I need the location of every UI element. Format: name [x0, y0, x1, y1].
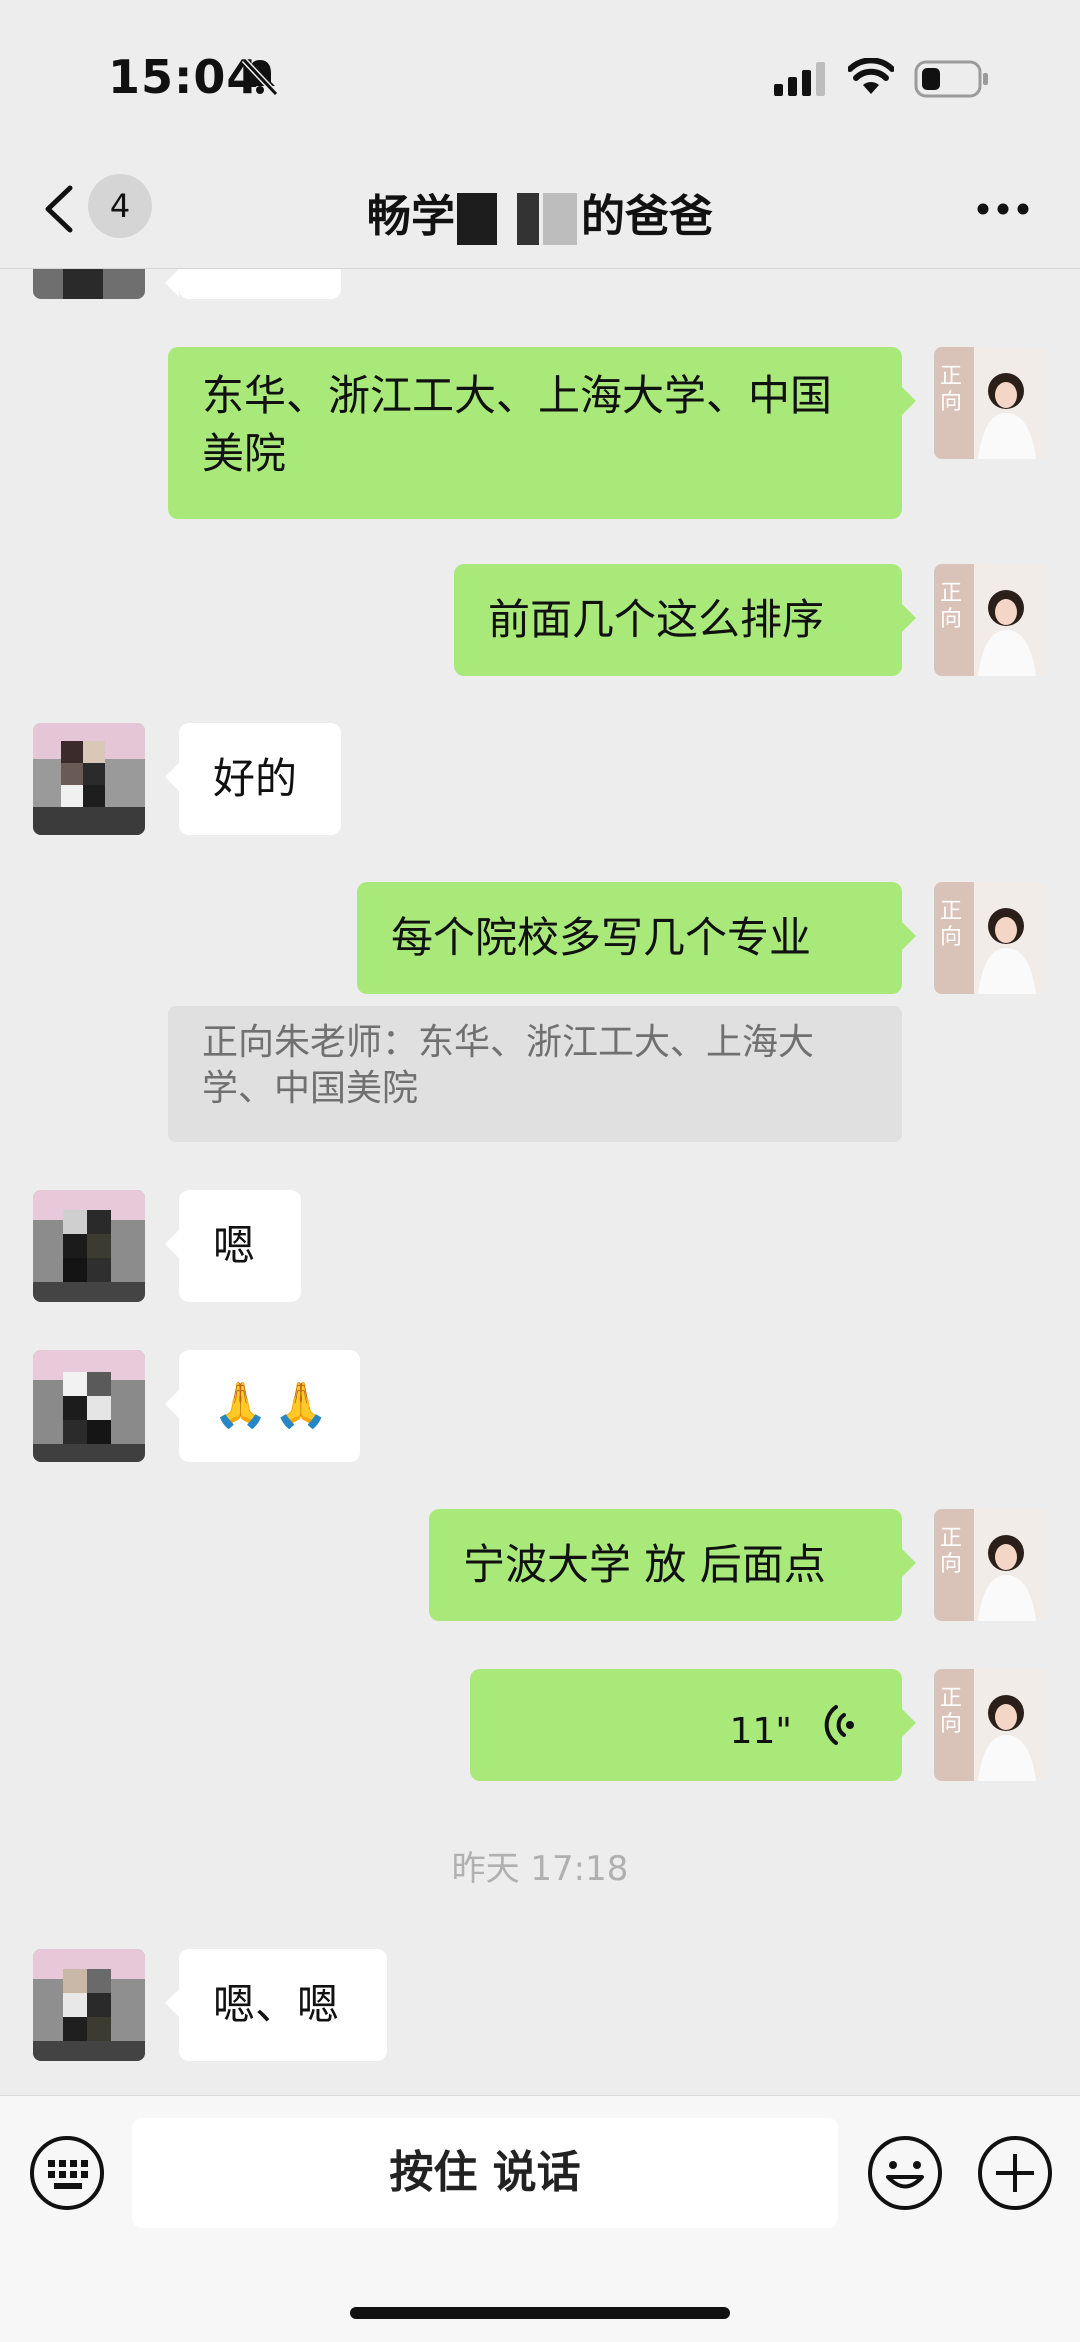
- svg-text:向: 向: [940, 1712, 962, 1737]
- chat-title: 畅学 的爸爸: [0, 180, 1080, 245]
- message-bubble[interactable]: 每个院校多写几个专业: [357, 882, 916, 994]
- message-bubble[interactable]: 东华、浙江工大、上海大学、中国美院: [168, 347, 916, 519]
- bell-muted-icon: [241, 57, 279, 96]
- chat-title-part: 畅: [367, 191, 411, 242]
- voice-duration: 11": [729, 1711, 792, 1752]
- chat-header: 4 畅学 的爸爸: [0, 150, 1080, 269]
- chat-title-part: 学: [411, 191, 455, 242]
- svg-text:正: 正: [940, 364, 962, 389]
- censored-block: [457, 193, 497, 245]
- svg-text:正: 正: [940, 899, 962, 924]
- my-avatar[interactable]: 正 向: [934, 564, 1046, 676]
- plus-icon[interactable]: [976, 2134, 1054, 2212]
- my-avatar[interactable]: 正 向: [934, 347, 1046, 459]
- emoji-icon[interactable]: [866, 2134, 944, 2212]
- contact-avatar[interactable]: [33, 723, 145, 835]
- message-timestamp: 昨天 17:18: [451, 1849, 629, 1889]
- message-emoji: 🙏🙏: [213, 1380, 335, 1431]
- message-bubble[interactable]: 宁波大学 放 后面点: [429, 1509, 916, 1621]
- svg-text:正: 正: [940, 581, 962, 606]
- message-text: 好的: [213, 754, 298, 803]
- message-list[interactable]: 东华、浙江工大、上海大学、中国美院 正 向 前面几个这么排序 正 向 好的 每个…: [0, 269, 1080, 2095]
- message-bubble[interactable]: 好的: [165, 723, 341, 835]
- hold-to-talk-button[interactable]: 按住 说话: [132, 2118, 838, 2228]
- message-bubble[interactable]: 前面几个这么排序: [454, 564, 916, 676]
- voice-wave-icon: [824, 1705, 854, 1745]
- contact-avatar[interactable]: [33, 269, 145, 299]
- cellular-signal-icon: [774, 62, 825, 96]
- message-text: 每个院校多写几个专业: [391, 913, 812, 962]
- battery-icon: [914, 60, 988, 98]
- voice-message-bubble[interactable]: 11": [470, 1669, 916, 1781]
- keyboard-icon[interactable]: [28, 2134, 106, 2212]
- quoted-message[interactable]: 正向朱老师：东华、浙江工大、上海大学、中国美院: [168, 1006, 902, 1142]
- svg-text:向: 向: [940, 1552, 962, 1577]
- message-text: 东华、浙江工大、上海大学、中国美院: [202, 371, 833, 478]
- status-bar: 15:04: [0, 0, 1080, 150]
- svg-text:向: 向: [940, 390, 962, 415]
- home-indicator: [350, 2307, 730, 2319]
- message-bubble[interactable]: 嗯、嗯: [165, 1949, 387, 2061]
- contact-avatar[interactable]: [33, 1190, 145, 1302]
- message-bubble[interactable]: 🙏🙏: [165, 1350, 360, 1462]
- message-text: 宁波大学 放 后面点: [463, 1540, 826, 1589]
- contact-avatar[interactable]: [33, 1949, 145, 2061]
- message-text: 嗯: [213, 1221, 256, 1270]
- svg-text:向: 向: [940, 925, 962, 950]
- my-avatar[interactable]: 正 向: [934, 1509, 1046, 1621]
- svg-text:正: 正: [940, 1686, 962, 1711]
- input-bar: 按住 说话: [0, 2095, 1080, 2342]
- message-text: 嗯、嗯: [213, 1980, 340, 2029]
- censored-block: [517, 193, 539, 245]
- contact-avatar[interactable]: [33, 1350, 145, 1462]
- message-bubble[interactable]: 嗯: [165, 1190, 301, 1302]
- status-time: 15:04: [108, 50, 260, 104]
- more-icon[interactable]: [976, 202, 1030, 216]
- my-avatar[interactable]: 正 向: [934, 882, 1046, 994]
- censored-block: [543, 193, 577, 245]
- my-avatar[interactable]: 正 向: [934, 1669, 1046, 1781]
- wifi-icon: [848, 58, 894, 94]
- message-bubble-partial[interactable]: [165, 269, 341, 299]
- svg-text:向: 向: [940, 607, 962, 632]
- chat-title-part: 的爸爸: [581, 191, 713, 242]
- svg-text:正: 正: [940, 1526, 962, 1551]
- message-text: 前面几个这么排序: [488, 595, 825, 644]
